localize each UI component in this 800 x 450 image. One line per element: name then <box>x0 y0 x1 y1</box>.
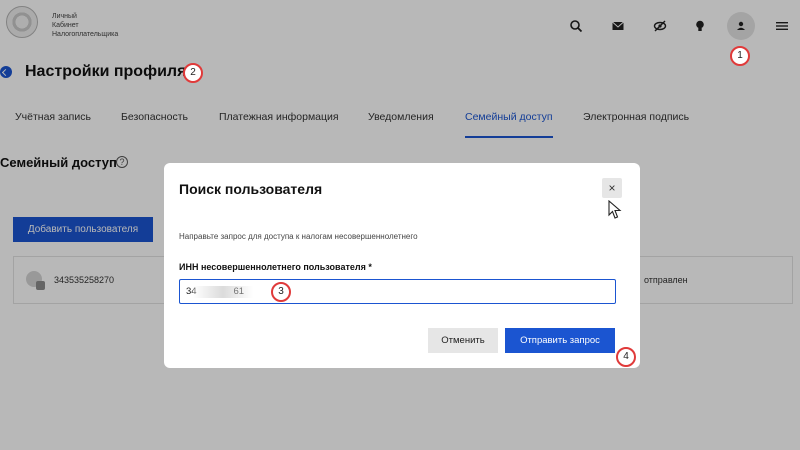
inn-field-label: ИНН несовершеннолетнего пользователя * <box>179 262 372 272</box>
mouse-cursor-icon <box>608 200 622 219</box>
close-icon: × <box>608 181 616 195</box>
cancel-button[interactable]: Отменить <box>428 328 498 353</box>
close-button[interactable]: × <box>602 178 622 198</box>
annotation-marker-3: 3 <box>271 282 291 302</box>
annotation-marker-4: 4 <box>616 347 636 367</box>
modal-description: Направьте запрос для доступа к налогам н… <box>179 232 418 241</box>
annotation-marker-2: 2 <box>183 63 203 83</box>
annotation-marker-1: 1 <box>730 46 750 66</box>
inn-blur-mask <box>193 286 253 298</box>
send-request-button[interactable]: Отправить запрос <box>505 328 615 353</box>
user-search-modal: Поиск пользователя × Направьте запрос дл… <box>164 163 640 368</box>
modal-title: Поиск пользователя <box>179 181 323 197</box>
